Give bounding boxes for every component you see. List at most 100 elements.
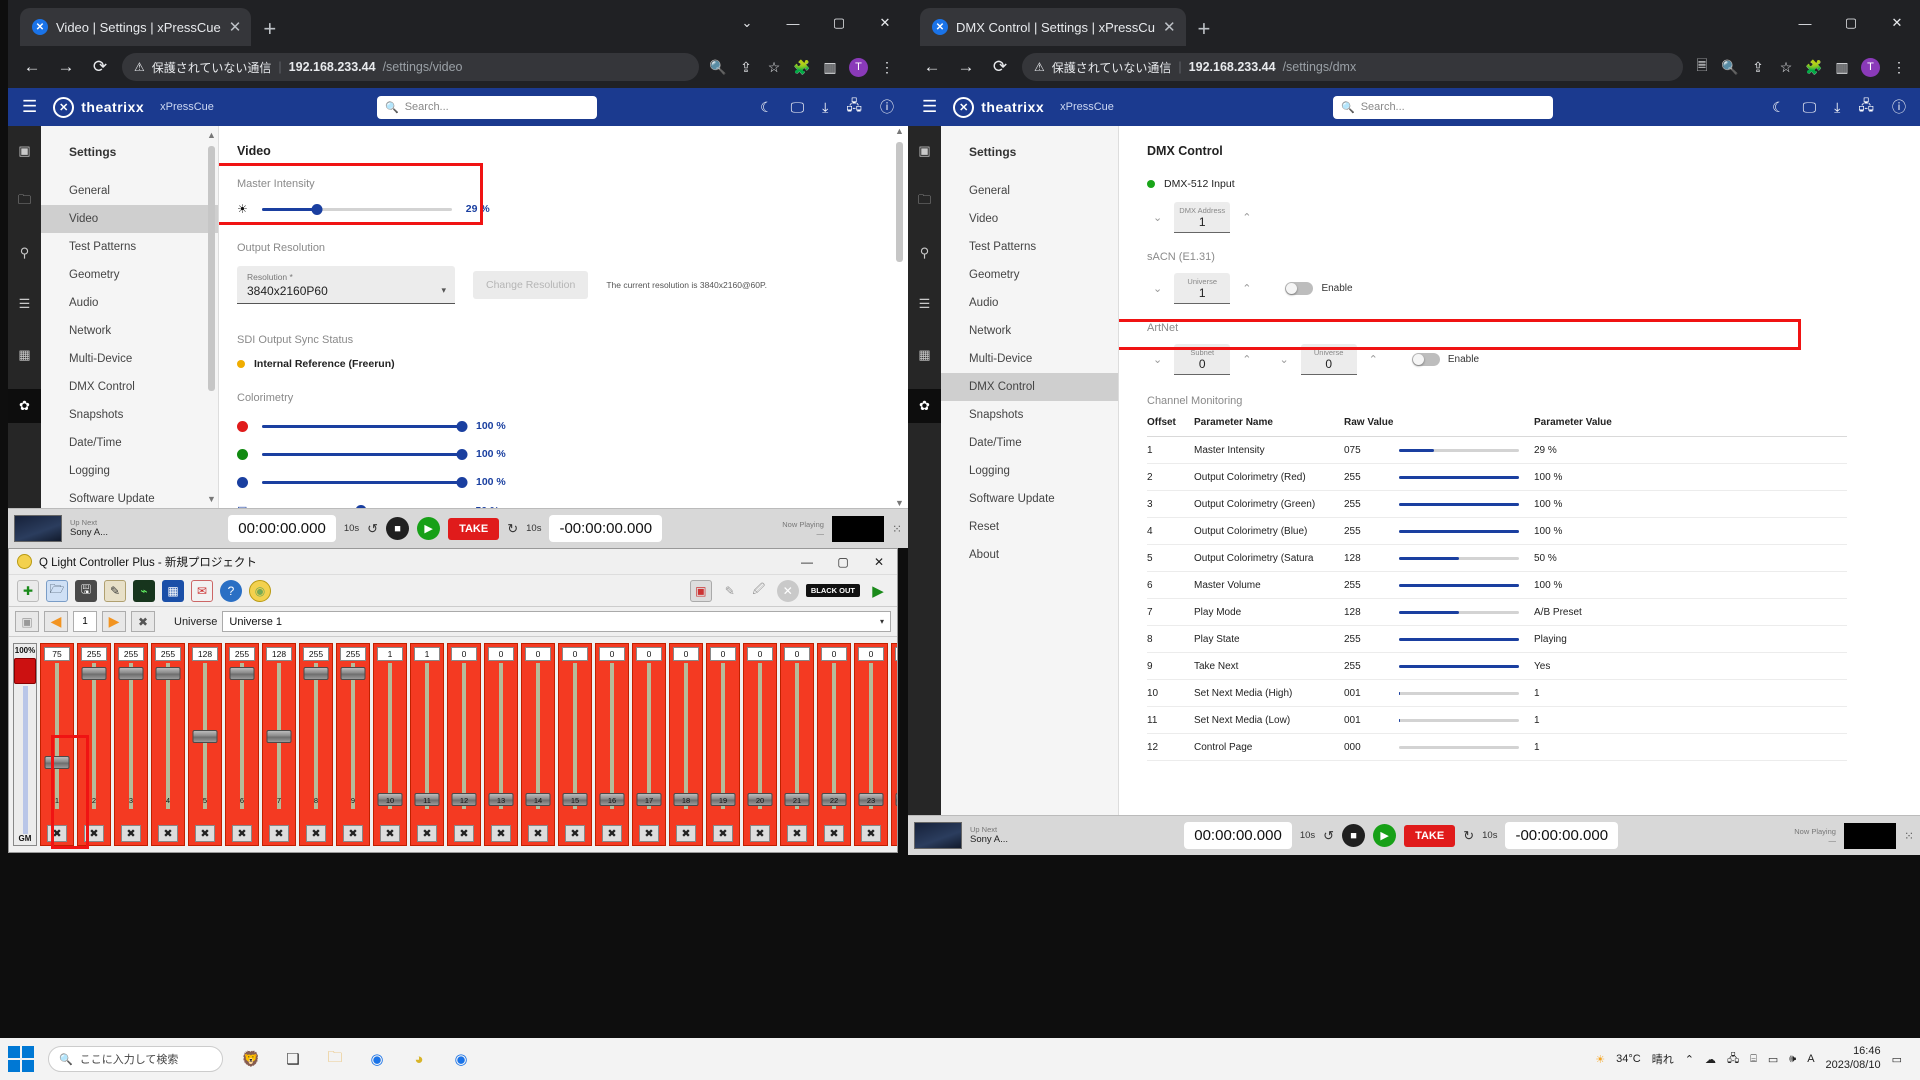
sidebar-item-multi-device[interactable]: Multi-Device (941, 345, 1118, 373)
operate-icon[interactable]: ▶ (867, 580, 889, 602)
channel-handle[interactable] (303, 667, 329, 680)
slider-knob[interactable] (456, 476, 468, 488)
sidebar-item-multi-device[interactable]: Multi-Device (41, 345, 218, 373)
chrome2-icon[interactable]: ◉ (447, 1045, 475, 1073)
channel-value[interactable]: 0 (784, 647, 810, 661)
channel-handle[interactable] (155, 667, 181, 680)
rail-usb-icon[interactable]: ⚲ (908, 236, 941, 270)
channel-reset-button[interactable]: ✖ (343, 825, 363, 842)
star-icon[interactable]: ☆ (765, 59, 783, 76)
grandmaster-fader[interactable]: 100% GM (13, 643, 37, 846)
open-icon[interactable]: 🗁 (46, 579, 68, 602)
channel-value[interactable]: 255 (303, 647, 329, 661)
channel-reset-button[interactable]: ✖ (861, 825, 881, 842)
rail-list-icon[interactable]: ☰ (908, 287, 941, 321)
download-icon[interactable]: ⤓ (822, 99, 828, 116)
channel-reset-button[interactable]: ✖ (565, 825, 585, 842)
increment-icon[interactable]: ⌃ (1242, 282, 1251, 295)
channel-value[interactable]: 0 (747, 647, 773, 661)
channel-track[interactable]: 19 (707, 663, 739, 825)
chevron-down-icon[interactable]: ▾ (880, 617, 884, 626)
sidepanel-icon[interactable]: ▥ (1833, 59, 1851, 76)
transport-expand-icon[interactable]: ⁙ (1904, 829, 1914, 843)
channel-reset-button[interactable]: ✖ (232, 825, 252, 842)
channel-track[interactable]: 5 (189, 663, 221, 825)
rail-gear-icon[interactable]: ✿ (908, 389, 941, 423)
share-icon[interactable]: ⇪ (737, 59, 755, 76)
address-bar[interactable]: ⚠ 保護されていない通信 | 192.168.233.44/settings/d… (1022, 53, 1683, 81)
volume-icon[interactable]: 🕪 (1789, 1053, 1796, 1066)
channel-reset-button[interactable]: ✖ (195, 825, 215, 842)
minimize-icon[interactable]: — (789, 549, 825, 575)
onedrive-icon[interactable]: ☁ (1705, 1053, 1716, 1066)
channel-handle[interactable] (266, 729, 292, 743)
rail-media-icon[interactable]: 🗀 (908, 185, 941, 219)
change-resolution-button[interactable]: Change Resolution (473, 271, 589, 299)
extensions-icon[interactable]: 🧩 (1805, 59, 1823, 76)
dmx-channel-fader[interactable]: 0 22 ✖ (817, 643, 851, 846)
dmx-channel-fader[interactable]: 0 16 ✖ (595, 643, 629, 846)
left-browser-tab[interactable]: ✕ Video | Settings | xPressCue ✕ (20, 8, 252, 46)
take-button[interactable]: TAKE (448, 517, 500, 540)
avatar[interactable]: T (1861, 57, 1880, 77)
rail-list-icon[interactable]: ☰ (8, 287, 41, 321)
channel-handle[interactable] (44, 756, 70, 770)
channel-track[interactable]: 13 (485, 663, 517, 825)
sidebar-item-audio[interactable]: Audio (41, 289, 218, 317)
channel-track[interactable]: 8 (300, 663, 332, 825)
channel-track[interactable]: 7 (263, 663, 295, 825)
sidepanel-icon[interactable]: ▥ (821, 59, 839, 76)
dmx-channel-fader[interactable]: 255 2 ✖ (77, 643, 111, 846)
channel-value[interactable]: 255 (81, 647, 107, 661)
channel-reset-button[interactable]: ✖ (676, 825, 696, 842)
universe-increment-icon[interactable]: ⌃ (1369, 353, 1378, 366)
forward-icon[interactable]: → (54, 57, 78, 77)
universe-decrement-icon[interactable]: ⌄ (1279, 353, 1288, 366)
right-browser-tab[interactable]: ✕ DMX Control | Settings | xPressCu ✕ (920, 8, 1186, 46)
info-icon[interactable]: ⓘ (1892, 97, 1906, 117)
channel-track[interactable]: 20 (744, 663, 776, 825)
channel-value[interactable]: 0 (488, 647, 514, 661)
sidebar-item-test-patterns[interactable]: Test Patterns (941, 233, 1118, 261)
grandmaster-handle[interactable] (14, 658, 36, 684)
rewind-button[interactable]: ↺ (367, 521, 378, 537)
channel-reset-button[interactable]: ✖ (824, 825, 844, 842)
explorer-icon[interactable]: 🗀 (321, 1045, 349, 1073)
remove-icon[interactable]: ✕ (776, 579, 799, 602)
channel-reset-button[interactable]: ✖ (713, 825, 733, 842)
taskview-icon[interactable]: ❑ (279, 1045, 307, 1073)
channel-value[interactable]: 0 (858, 647, 884, 661)
display-icon[interactable]: 🖵 (791, 99, 805, 116)
channel-track[interactable]: 24 (892, 663, 897, 825)
universe-index[interactable]: 1 (73, 611, 97, 632)
dmx-channel-fader[interactable]: 128 5 ✖ (188, 643, 222, 846)
channel-value[interactable]: 255 (118, 647, 144, 661)
settings-scrollbar[interactable]: ▲ ▼ (207, 130, 216, 504)
channel-track[interactable]: 16 (596, 663, 628, 825)
channel-value[interactable]: 1 (414, 647, 440, 661)
channel-reset-button[interactable]: ✖ (269, 825, 289, 842)
translate-icon[interactable]: 🗏 (1693, 55, 1711, 79)
sidebar-item-video[interactable]: Video (941, 205, 1118, 233)
usb-icon[interactable]: ⌸ (1750, 1053, 1757, 1066)
back-icon[interactable]: ← (920, 57, 944, 77)
chrome-icon[interactable]: ◉ (363, 1045, 391, 1073)
channel-track[interactable]: 9 (337, 663, 369, 825)
extensions-icon[interactable]: 🧩 (793, 59, 811, 76)
dmx-channel-fader[interactable]: 255 9 ✖ (336, 643, 370, 846)
help-icon[interactable]: ? (220, 579, 242, 602)
dmx-channel-fader[interactable]: 1 10 ✖ (373, 643, 407, 846)
moon-icon[interactable]: ☾ (760, 99, 773, 116)
scroll-down-icon[interactable]: ▼ (207, 494, 216, 504)
rail-playback-icon[interactable]: ▣ (8, 134, 41, 168)
sidebar-item-general[interactable]: General (41, 177, 218, 205)
close-icon[interactable]: ✕ (861, 549, 897, 575)
app-search-input[interactable]: 🔍 Search... (377, 95, 597, 119)
close-window-icon[interactable]: ✕ (1874, 3, 1920, 43)
play-button[interactable]: ▶ (417, 517, 441, 540)
start-icon[interactable] (8, 1046, 34, 1072)
sacn-universe-field[interactable]: Universe 1 (1174, 273, 1231, 304)
artnet-universe-field[interactable]: Universe 0 (1300, 344, 1357, 375)
universe-select[interactable]: Universe 1 ▾ (222, 611, 891, 632)
hamburger-icon[interactable]: ☰ (922, 97, 937, 117)
